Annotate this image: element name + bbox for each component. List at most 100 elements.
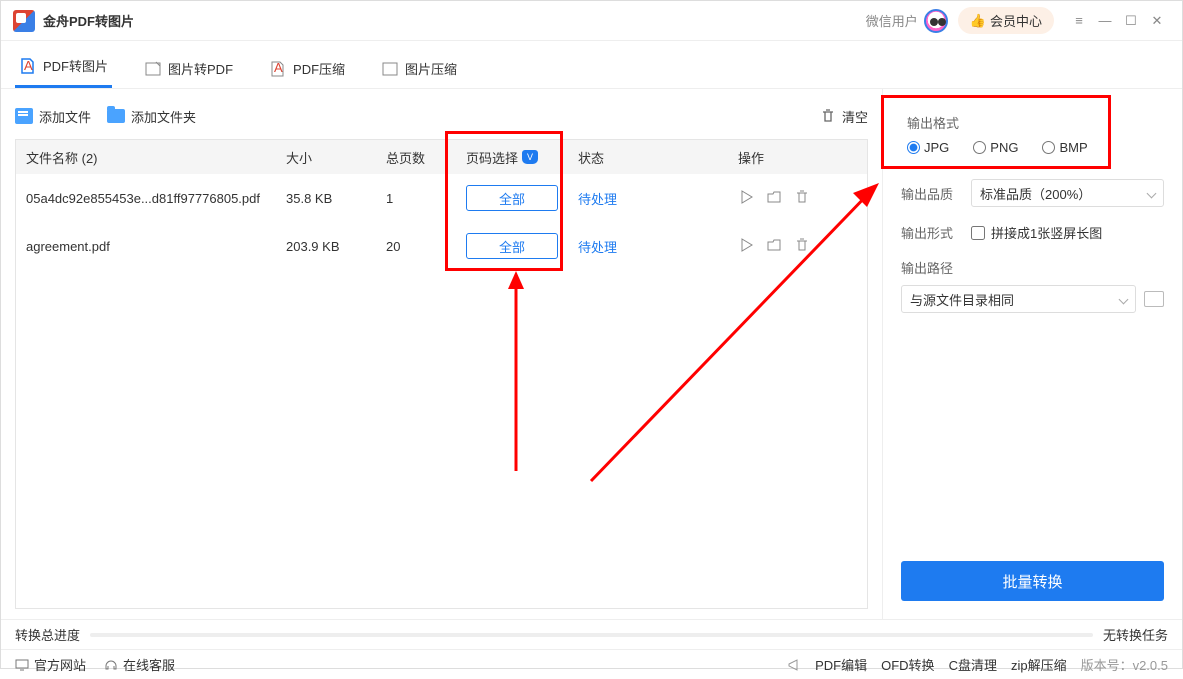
- progress-label: 转换总进度: [15, 625, 80, 644]
- col-status: 状态: [578, 148, 738, 167]
- pdf-edit-link[interactable]: PDF编辑: [815, 655, 867, 674]
- quality-select[interactable]: 标准品质（200%）: [971, 179, 1164, 207]
- vip-badge-icon: V: [522, 150, 538, 164]
- cell-pages: 1: [386, 191, 466, 206]
- table-row: agreement.pdf 203.9 KB 20 全部 待处理: [16, 222, 867, 270]
- page-range-button[interactable]: 全部: [466, 185, 558, 211]
- play-icon[interactable]: [738, 189, 754, 208]
- add-folder-button[interactable]: 添加文件夹: [107, 107, 196, 126]
- cell-size: 35.8 KB: [286, 191, 386, 206]
- open-folder-icon[interactable]: [766, 189, 782, 208]
- svg-text:A: A: [24, 58, 33, 73]
- clear-label: 清空: [842, 107, 868, 126]
- open-folder-icon[interactable]: [766, 237, 782, 256]
- c-drive-clean-link[interactable]: C盘清理: [949, 655, 997, 674]
- main-tabs: A PDF转图片 图片转PDF A PDF压缩 图片压缩: [1, 41, 1182, 89]
- format-jpg-radio[interactable]: JPG: [907, 140, 949, 155]
- tab-pdf-to-image[interactable]: A PDF转图片: [15, 46, 112, 88]
- chevron-down-icon: [1119, 294, 1129, 304]
- format-png-radio[interactable]: PNG: [973, 140, 1018, 155]
- add-file-button[interactable]: 添加文件: [15, 107, 91, 126]
- output-path-select[interactable]: 与源文件目录相同: [901, 285, 1136, 313]
- progress-bar: 转换总进度 无转换任务: [1, 619, 1182, 649]
- clear-button[interactable]: 清空: [820, 107, 868, 126]
- col-size: 大小: [286, 148, 386, 167]
- user-avatar-icon[interactable]: [924, 9, 948, 33]
- online-support-link[interactable]: 在线客服: [104, 655, 175, 674]
- radio-label: PNG: [990, 140, 1018, 155]
- file-toolbar: 添加文件 添加文件夹 清空: [15, 99, 868, 133]
- tab-pdf-compress[interactable]: A PDF压缩: [265, 49, 349, 88]
- app-title: 金舟PDF转图片: [43, 11, 134, 30]
- add-file-label: 添加文件: [39, 107, 91, 126]
- table-row: 05a4dc92e855453e...d81ff97776805.pdf 35.…: [16, 174, 867, 222]
- tab-label: PDF压缩: [293, 59, 345, 78]
- trash-icon: [820, 108, 836, 124]
- pdf-compress-icon: A: [269, 60, 287, 78]
- megaphone-icon: [787, 658, 801, 672]
- tab-label: PDF转图片: [43, 56, 108, 75]
- output-form-row: 输出形式 拼接成1张竖屏长图: [901, 223, 1164, 242]
- tab-label: 图片压缩: [405, 59, 457, 78]
- thumbs-up-icon: 👍: [970, 13, 986, 29]
- browse-folder-icon[interactable]: [1144, 291, 1164, 307]
- official-site-link[interactable]: 官方网站: [15, 655, 86, 674]
- link-label: 官方网站: [34, 655, 86, 674]
- file-icon: [15, 108, 33, 124]
- page-range-button[interactable]: 全部: [466, 233, 558, 259]
- zip-extract-link[interactable]: zip解压缩: [1011, 655, 1067, 674]
- delete-icon[interactable]: [794, 189, 810, 208]
- progress-status: 无转换任务: [1103, 625, 1168, 644]
- quality-value: 标准品质（200%）: [980, 184, 1091, 203]
- table-header: 文件名称 (2) 大小 总页数 页码选择 V 状态 操作: [16, 140, 867, 174]
- batch-convert-button[interactable]: 批量转换: [901, 561, 1164, 601]
- cell-status: 待处理: [578, 189, 738, 208]
- wechat-user-label: 微信用户: [866, 11, 918, 30]
- cell-pages: 20: [386, 239, 466, 254]
- menu-icon[interactable]: ≡: [1066, 8, 1092, 34]
- path-value: 与源文件目录相同: [910, 290, 1014, 309]
- monitor-icon: [15, 658, 29, 672]
- maximize-icon[interactable]: ☐: [1118, 8, 1144, 34]
- image-compress-icon: [381, 60, 399, 78]
- cell-name: 05a4dc92e855453e...d81ff97776805.pdf: [26, 191, 286, 206]
- add-folder-label: 添加文件夹: [131, 107, 196, 126]
- ofd-convert-link[interactable]: OFD转换: [881, 655, 934, 674]
- settings-panel: 输出格式 JPG PNG BMP 输出品质 标准品质（200%） 输出形式 拼接…: [882, 89, 1182, 619]
- image-to-pdf-icon: [144, 60, 162, 78]
- tab-label: 图片转PDF: [168, 59, 233, 78]
- headset-icon: [104, 658, 118, 672]
- member-label: 会员中心: [990, 11, 1042, 30]
- titlebar: 金舟PDF转图片 微信用户 👍 会员中心 ≡ — ☐ ✕: [1, 1, 1182, 41]
- pdf-to-image-icon: A: [19, 57, 37, 75]
- col-name: 文件名称 (2): [26, 148, 286, 167]
- path-label: 输出路径: [901, 258, 961, 277]
- output-path-group: 输出路径 与源文件目录相同: [901, 258, 1164, 313]
- progress-track: [90, 633, 1093, 637]
- form-label: 输出形式: [901, 223, 961, 242]
- link-label: 在线客服: [123, 655, 175, 674]
- quality-label: 输出品质: [901, 184, 961, 203]
- file-table: 文件名称 (2) 大小 总页数 页码选择 V 状态 操作 05a4dc92e85…: [15, 139, 868, 609]
- format-bmp-radio[interactable]: BMP: [1042, 140, 1087, 155]
- radio-label: BMP: [1059, 140, 1087, 155]
- col-range-label: 页码选择: [466, 148, 518, 167]
- output-format-group: 输出格式 JPG PNG BMP: [901, 105, 1164, 163]
- footer: 官方网站 在线客服 PDF编辑 OFD转换 C盘清理 zip解压缩 版本号：v2…: [1, 649, 1182, 679]
- cell-size: 203.9 KB: [286, 239, 386, 254]
- chevron-down-icon: [1147, 188, 1157, 198]
- play-icon[interactable]: [738, 237, 754, 256]
- cell-name: agreement.pdf: [26, 239, 286, 254]
- minimize-icon[interactable]: —: [1092, 8, 1118, 34]
- col-ops: 操作: [738, 148, 857, 167]
- close-icon[interactable]: ✕: [1144, 8, 1170, 34]
- radio-label: JPG: [924, 140, 949, 155]
- stitch-vertical-checkbox[interactable]: 拼接成1张竖屏长图: [971, 223, 1102, 242]
- app-logo-icon: [13, 10, 35, 32]
- delete-icon[interactable]: [794, 237, 810, 256]
- tab-image-to-pdf[interactable]: 图片转PDF: [140, 49, 237, 88]
- member-center-button[interactable]: 👍 会员中心: [958, 7, 1054, 34]
- checkbox-label: 拼接成1张竖屏长图: [991, 223, 1102, 242]
- cell-status: 待处理: [578, 237, 738, 256]
- tab-image-compress[interactable]: 图片压缩: [377, 49, 461, 88]
